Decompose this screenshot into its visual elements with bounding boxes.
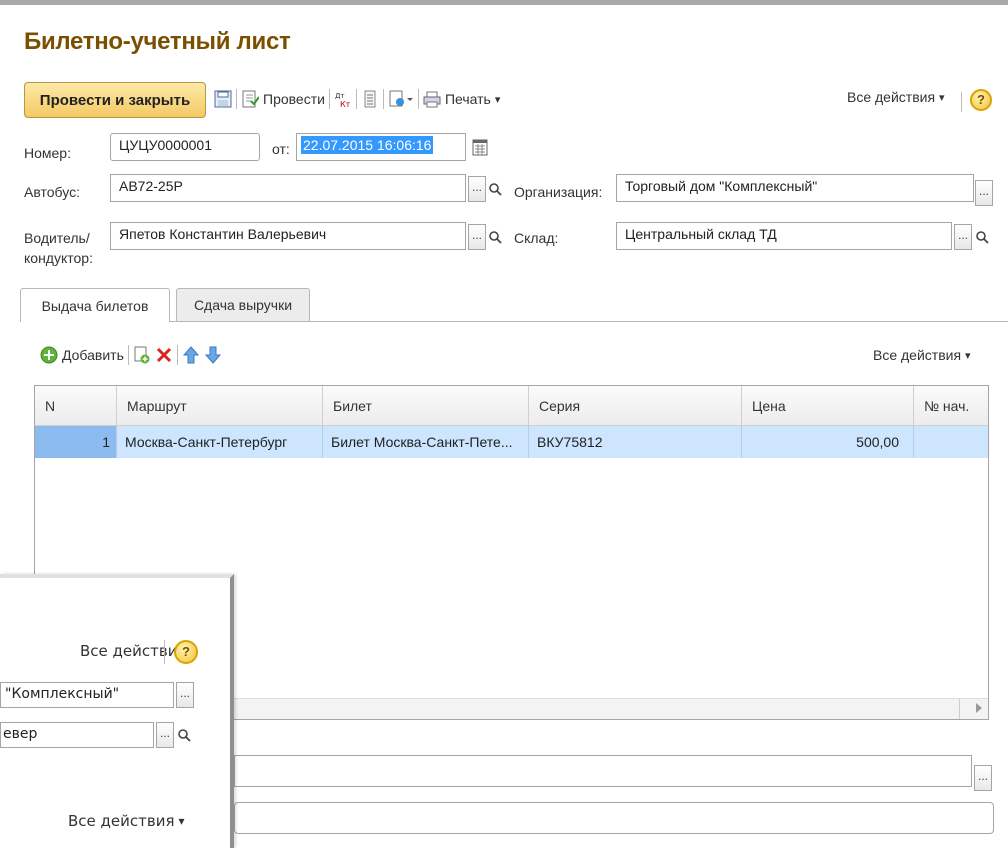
print-label: Печать bbox=[444, 91, 491, 107]
date-field[interactable]: 22.07.2015 16:06:16 bbox=[296, 133, 466, 161]
column-header-price[interactable]: Цена bbox=[742, 386, 914, 426]
tab-ticket-issue[interactable]: Выдача билетов bbox=[20, 288, 170, 322]
calendar-icon[interactable] bbox=[472, 138, 488, 156]
table-all-actions-label: Все действия bbox=[873, 347, 962, 363]
svg-text:Дт: Дт bbox=[335, 92, 345, 100]
post-label: Провести bbox=[263, 91, 325, 107]
table-toolbar: Добавить bbox=[40, 345, 222, 365]
number-label: Номер: bbox=[24, 145, 71, 161]
column-header-start-number[interactable]: № нач. bbox=[914, 386, 988, 426]
delete-icon[interactable] bbox=[155, 345, 173, 365]
search-icon[interactable] bbox=[974, 224, 990, 250]
column-header-series[interactable]: Серия bbox=[529, 386, 742, 426]
arrow-down-icon[interactable] bbox=[204, 345, 222, 365]
chevron-down-icon: ▾ bbox=[939, 91, 945, 104]
dt-kt-icon[interactable]: Дт Кт bbox=[334, 89, 352, 109]
page-title: Билетно-учетный лист bbox=[24, 28, 291, 55]
driver-field[interactable]: Япетов Константин Валерьевич bbox=[110, 222, 466, 250]
post-and-close-button[interactable]: Провести и закрыть bbox=[24, 82, 206, 118]
column-header-route[interactable]: Маршрут bbox=[117, 386, 323, 426]
search-icon[interactable] bbox=[487, 224, 503, 250]
chevron-down-icon: ▾ bbox=[965, 349, 971, 362]
warehouse-field[interactable]: Центральный склад ТД bbox=[616, 222, 952, 250]
organization-label: Организация: bbox=[514, 184, 603, 200]
cell-ticket: Билет Москва-Санкт-Пете... bbox=[323, 426, 529, 458]
toolbar-separator bbox=[164, 640, 165, 664]
toolbar-separator bbox=[355, 89, 357, 109]
save-icon[interactable] bbox=[214, 89, 232, 109]
organization-select-button[interactable]: ... bbox=[975, 180, 993, 206]
toolbar-separator bbox=[236, 89, 237, 109]
column-header-ticket[interactable]: Билет bbox=[323, 386, 529, 426]
cell-series: ВКУ75812 bbox=[529, 426, 742, 458]
cell-start-number bbox=[914, 426, 988, 458]
date-value: 22.07.2015 16:06:16 bbox=[301, 136, 434, 154]
chevron-down-icon: ▾ bbox=[178, 814, 185, 828]
create-based-on-icon[interactable] bbox=[388, 89, 414, 109]
cell-price: 500,00 bbox=[742, 426, 914, 458]
scroll-right-icon[interactable] bbox=[976, 703, 982, 713]
all-actions-menu[interactable]: Все действия ▾ bbox=[847, 89, 945, 105]
cell-route: Москва-Санкт-Петербург bbox=[117, 426, 323, 458]
cell-n: 1 bbox=[35, 426, 117, 458]
inset-window: Все действия ▾ ? "Комплексный" ... евер … bbox=[0, 574, 234, 848]
printer-icon bbox=[423, 89, 441, 109]
toolbar-separator bbox=[382, 89, 384, 109]
svg-text:Кт: Кт bbox=[340, 100, 351, 109]
toolbar-separator bbox=[127, 345, 129, 365]
inset-table-all-actions-menu[interactable]: Все действия ▾ bbox=[68, 812, 185, 830]
add-label: Добавить bbox=[62, 347, 124, 363]
number-field[interactable]: ЦУЦУ0000001 bbox=[110, 133, 260, 161]
bus-select-button[interactable]: ... bbox=[468, 176, 486, 202]
toolbar-separator bbox=[328, 89, 330, 109]
inset-warehouse-field[interactable]: евер bbox=[0, 722, 154, 748]
tab-revenue-handover[interactable]: Сдача выручки bbox=[176, 288, 310, 321]
conductor-label: кондуктор: bbox=[24, 250, 93, 266]
scrollbar-divider bbox=[959, 699, 960, 719]
toolbar-separator bbox=[961, 92, 962, 112]
print-button[interactable]: Печать ▾ bbox=[423, 89, 500, 109]
bus-field[interactable]: АВ72-25Р bbox=[110, 174, 466, 202]
warehouse-label: Склад: bbox=[514, 230, 559, 246]
toolbar-separator bbox=[176, 345, 178, 365]
toolbar: Провести Дт Кт Печать ▾ bbox=[214, 89, 500, 109]
bottom-field-1-select-button[interactable]: ... bbox=[974, 765, 992, 791]
inset-organization-field[interactable]: "Комплексный" bbox=[0, 682, 174, 708]
bottom-field-1[interactable] bbox=[234, 755, 972, 787]
window-top-border bbox=[0, 0, 1008, 5]
search-icon[interactable] bbox=[176, 722, 192, 748]
bottom-field-2[interactable] bbox=[234, 802, 994, 834]
post-doc-icon bbox=[241, 89, 260, 109]
warehouse-select-button[interactable]: ... bbox=[954, 224, 972, 250]
chevron-down-icon: ▾ bbox=[494, 93, 501, 106]
search-icon[interactable] bbox=[487, 176, 503, 202]
inset-organization-select-button[interactable]: ... bbox=[176, 682, 194, 708]
inset-table-all-actions-label: Все действия bbox=[68, 812, 175, 830]
help-icon[interactable]: ? bbox=[970, 89, 992, 111]
driver-label: Водитель/ bbox=[24, 230, 90, 246]
post-button[interactable]: Провести bbox=[241, 89, 325, 109]
add-icon bbox=[40, 345, 58, 365]
inset-all-actions-label: Все действия bbox=[80, 642, 187, 660]
help-icon[interactable]: ? bbox=[174, 640, 198, 664]
toolbar-separator bbox=[417, 89, 419, 109]
date-from-label: от: bbox=[272, 141, 290, 157]
driver-select-button[interactable]: ... bbox=[468, 224, 486, 250]
table-all-actions-menu[interactable]: Все действия ▾ bbox=[873, 347, 971, 363]
column-header-n[interactable]: N bbox=[35, 386, 117, 426]
report-icon[interactable] bbox=[361, 89, 379, 109]
bus-label: Автобус: bbox=[24, 184, 80, 200]
inset-warehouse-select-button[interactable]: ... bbox=[156, 722, 174, 748]
copy-icon[interactable] bbox=[133, 345, 151, 365]
add-button[interactable]: Добавить bbox=[40, 345, 124, 365]
all-actions-label: Все действия bbox=[847, 89, 936, 105]
organization-field[interactable]: Торговый дом "Комплексный" bbox=[616, 174, 974, 202]
arrow-up-icon[interactable] bbox=[182, 345, 200, 365]
